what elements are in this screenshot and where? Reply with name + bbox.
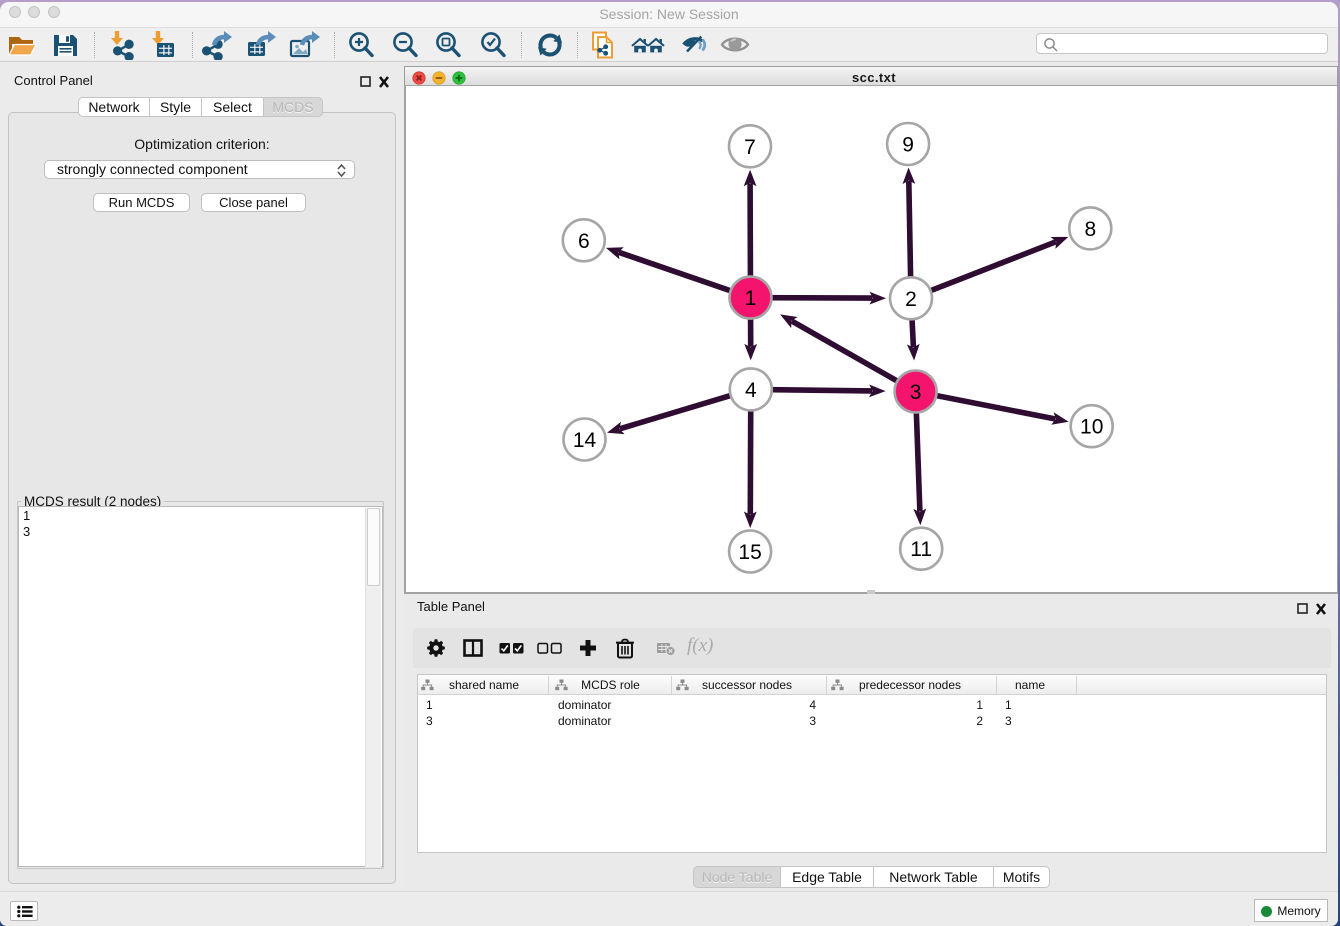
svg-text:1: 1 xyxy=(745,287,757,310)
svg-text:8: 8 xyxy=(1084,218,1096,241)
svg-text:9: 9 xyxy=(902,134,914,157)
svg-text:15: 15 xyxy=(738,541,761,564)
svg-text:4: 4 xyxy=(745,379,757,402)
svg-text:6: 6 xyxy=(578,230,590,253)
svg-text:3: 3 xyxy=(910,381,922,404)
svg-text:10: 10 xyxy=(1080,416,1103,439)
svg-text:2: 2 xyxy=(905,288,917,311)
svg-text:14: 14 xyxy=(573,429,597,452)
svg-text:7: 7 xyxy=(744,136,756,159)
svg-text:11: 11 xyxy=(910,538,932,561)
